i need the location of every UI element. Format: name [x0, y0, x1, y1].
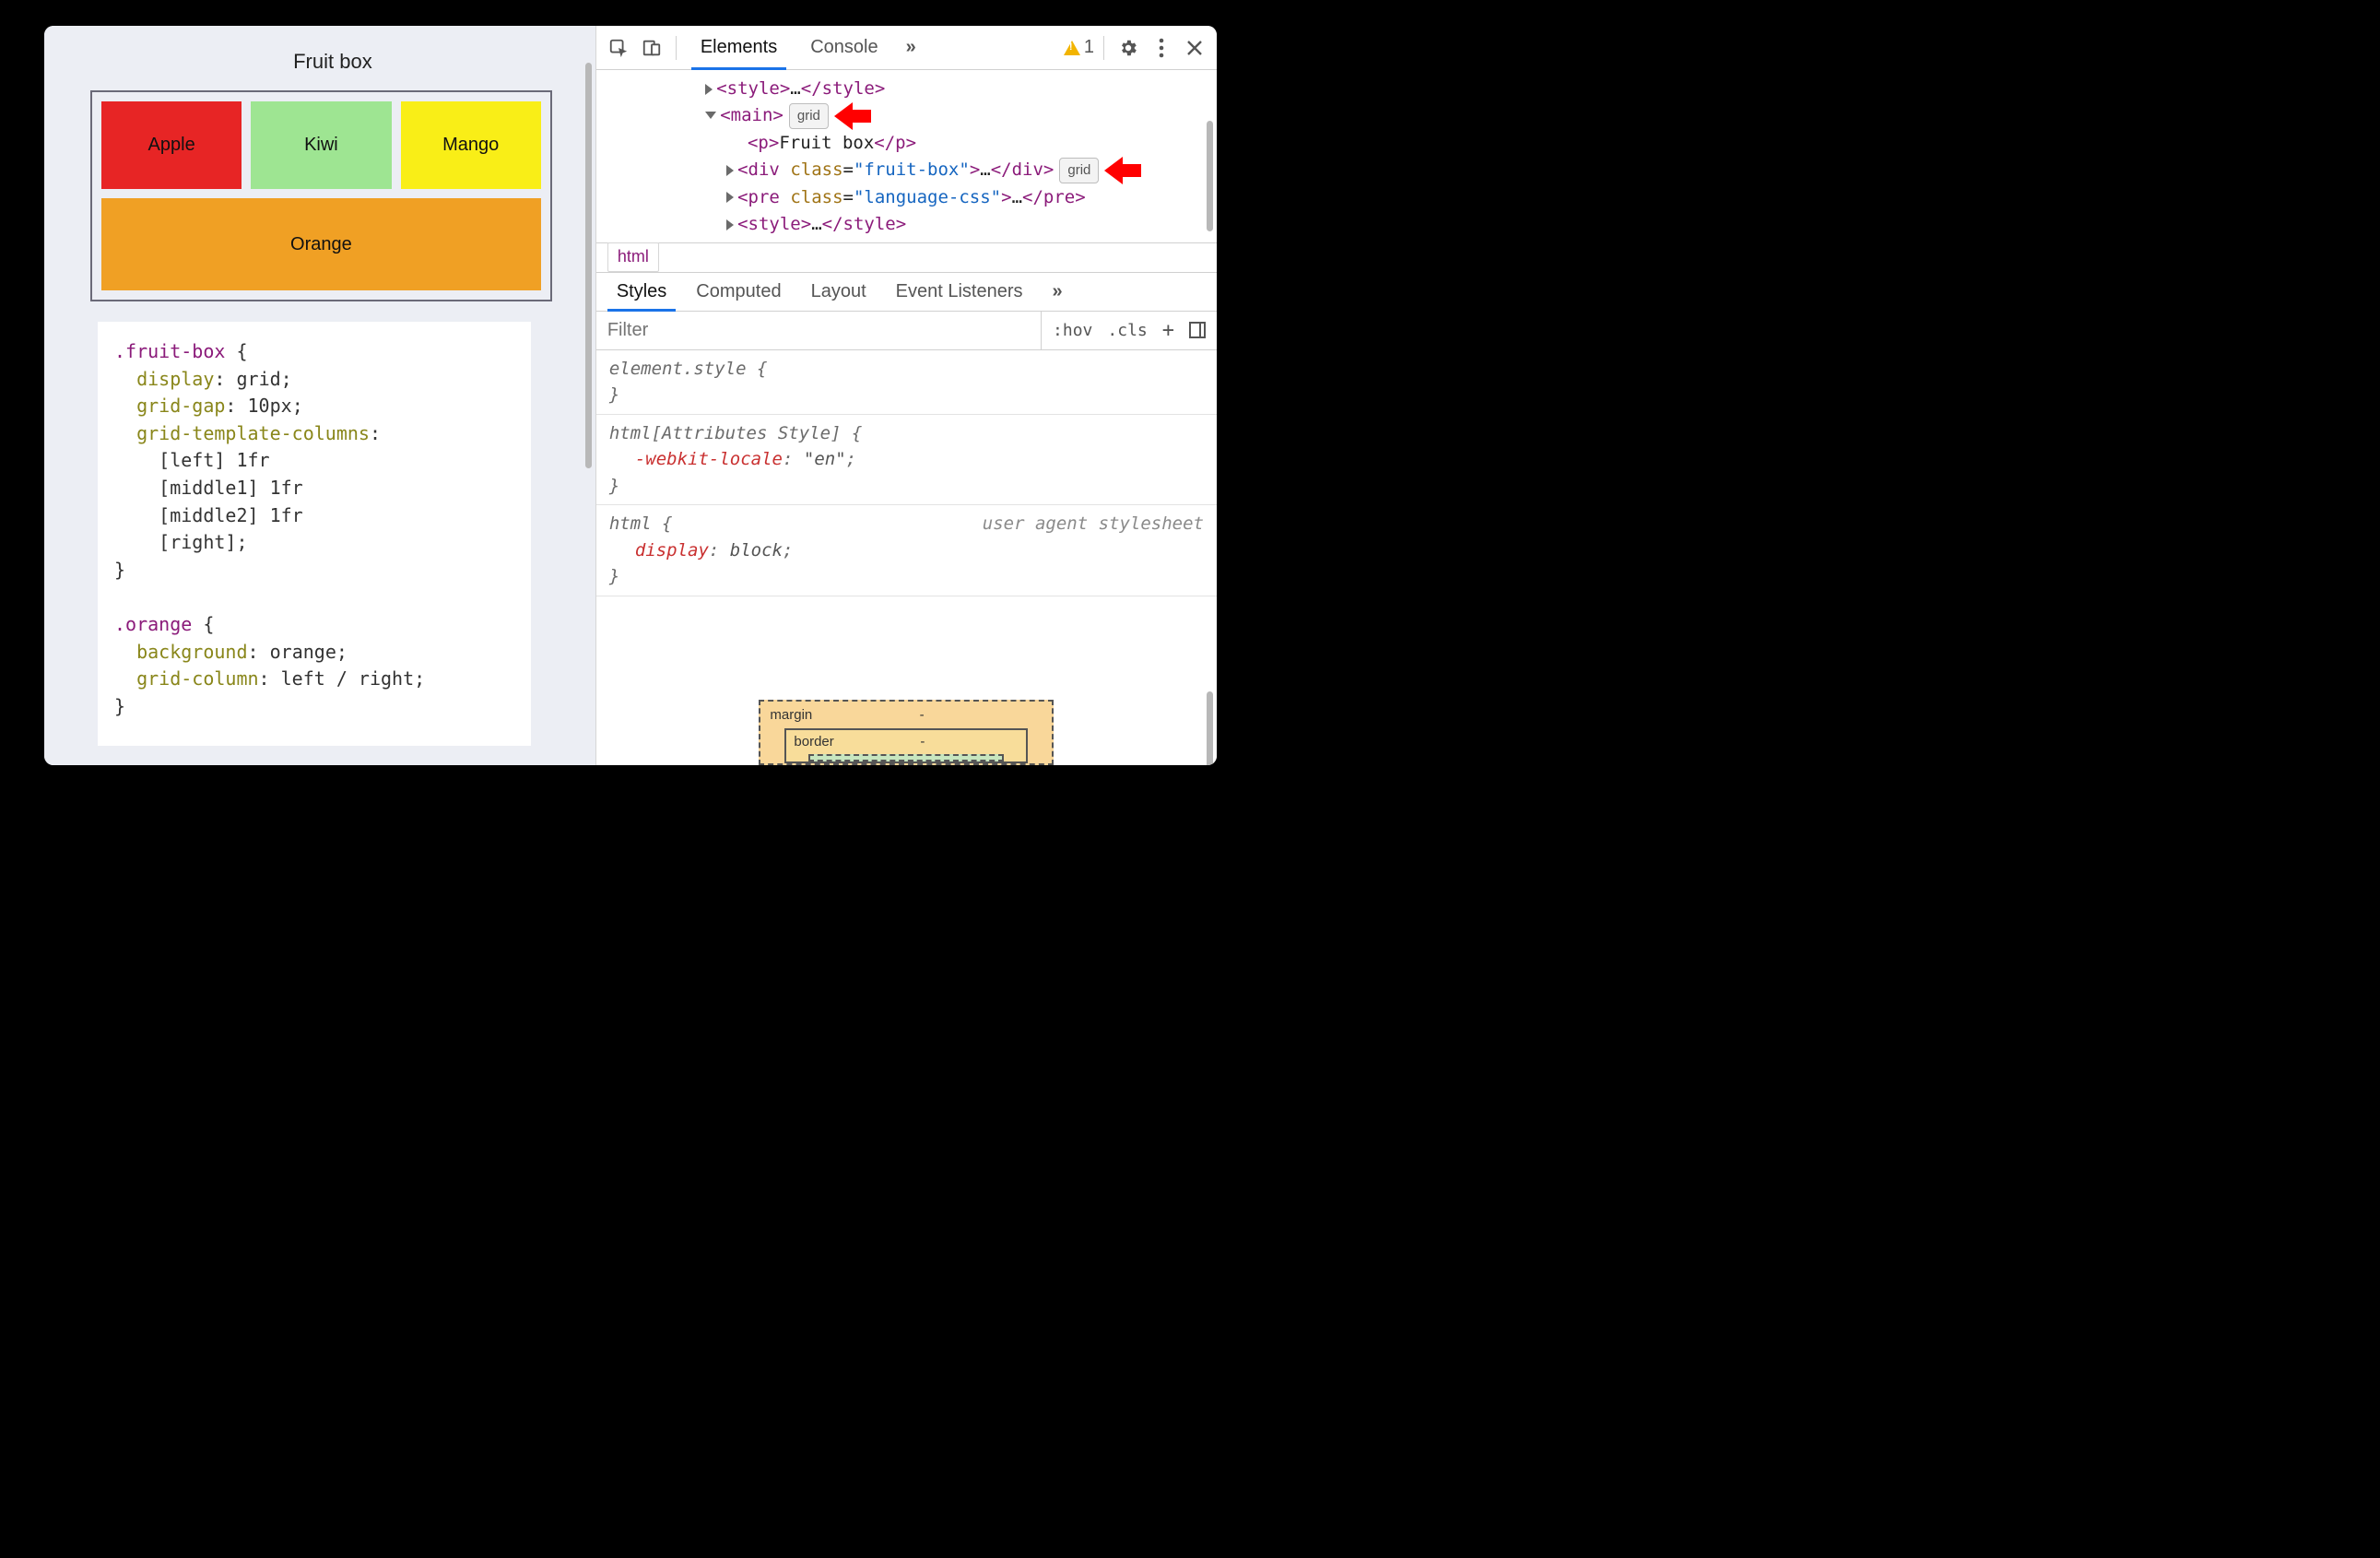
rule-html-attributes[interactable]: html[Attributes Style] { -webkit-locale:…	[596, 415, 1217, 506]
grid-badge[interactable]: grid	[789, 103, 829, 129]
css-code-block: .fruit-box { display: grid; grid-gap: 10…	[98, 322, 531, 746]
settings-gear-icon[interactable]	[1113, 33, 1143, 63]
dom-node-style[interactable]: <style>…</style>	[600, 211, 1213, 238]
inspect-element-icon[interactable]	[604, 33, 633, 63]
annotation-arrow-icon	[1104, 160, 1141, 181]
styles-scrollbar[interactable]	[1207, 691, 1213, 765]
warnings-badge[interactable]: 1	[1064, 37, 1094, 58]
devtools-pane: Elements Console » 1	[595, 26, 1217, 765]
page-title: Fruit box	[90, 50, 575, 74]
warning-count: 1	[1084, 37, 1094, 58]
styles-filter-tools: :hov .cls +	[1041, 312, 1217, 349]
tab-computed[interactable]: Computed	[683, 273, 794, 311]
dom-scrollbar[interactable]	[1207, 121, 1213, 231]
boxmodel-border-value: -	[834, 732, 1011, 753]
dom-breadcrumb[interactable]: html	[596, 242, 1217, 273]
dom-tree[interactable]: <style>…</style> <main>grid <p>Fruit box…	[596, 70, 1217, 242]
panel-layout-toggle-icon[interactable]	[1189, 322, 1206, 338]
rule-html-useragent[interactable]: html {user agent stylesheet display: blo…	[596, 505, 1217, 596]
new-rule-button[interactable]: +	[1162, 319, 1174, 342]
device-toolbar-icon[interactable]	[637, 33, 666, 63]
fruit-mango: Mango	[401, 101, 541, 189]
tab-layout[interactable]: Layout	[798, 273, 879, 311]
fruit-apple: Apple	[101, 101, 242, 189]
breadcrumb-item-html[interactable]: html	[607, 242, 659, 272]
cls-toggle[interactable]: .cls	[1107, 321, 1147, 340]
kebab-menu-icon[interactable]	[1147, 33, 1176, 63]
rendered-page-pane: Fruit box Apple Kiwi Mango Orange .fruit…	[44, 26, 595, 765]
toolbar-separator	[676, 36, 677, 60]
fruit-orange: Orange	[101, 198, 541, 290]
warning-icon	[1064, 41, 1080, 55]
fruit-kiwi: Kiwi	[251, 101, 391, 189]
left-scrollbar[interactable]	[585, 63, 592, 468]
dom-node-div-fruitbox[interactable]: <div class="fruit-box">…</div>grid	[600, 157, 1213, 183]
dom-node-main[interactable]: <main>grid	[600, 102, 1213, 129]
boxmodel-border-label: border	[794, 732, 833, 753]
annotation-arrow-icon	[834, 106, 871, 126]
tabs-overflow-icon[interactable]: »	[897, 37, 927, 58]
boxmodel-margin-label: margin	[770, 705, 812, 726]
style-rules-pane[interactable]: element.style { } html[Attributes Style]…	[596, 350, 1217, 765]
box-model-diagram[interactable]: margin-m border-b	[759, 700, 1054, 765]
styles-filter-input[interactable]	[596, 312, 1041, 349]
fruit-box-grid: Apple Kiwi Mango Orange	[90, 90, 552, 301]
rule-element-style[interactable]: element.style { }	[596, 350, 1217, 415]
boxmodel-margin-value: -	[812, 705, 1031, 726]
tab-styles[interactable]: Styles	[604, 273, 679, 311]
devtools-window: Fruit box Apple Kiwi Mango Orange .fruit…	[44, 26, 1217, 765]
styles-tabs-overflow-icon[interactable]: »	[1040, 273, 1078, 311]
styles-tabbar: Styles Computed Layout Event Listeners »	[596, 273, 1217, 312]
tab-elements[interactable]: Elements	[686, 26, 792, 69]
tab-event-listeners[interactable]: Event Listeners	[883, 273, 1036, 311]
close-devtools-icon[interactable]	[1180, 33, 1209, 63]
styles-filter-row: :hov .cls +	[596, 312, 1217, 350]
grid-badge[interactable]: grid	[1059, 158, 1099, 183]
toolbar-separator	[1103, 36, 1104, 60]
hov-toggle[interactable]: :hov	[1053, 321, 1092, 340]
tab-console[interactable]: Console	[795, 26, 892, 69]
dom-node-style[interactable]: <style>…</style>	[600, 76, 1213, 102]
devtools-tabbar: Elements Console » 1	[596, 26, 1217, 70]
dom-node-pre[interactable]: <pre class="language-css">…</pre>	[600, 184, 1213, 211]
dom-node-p[interactable]: <p>Fruit box</p>	[600, 130, 1213, 157]
